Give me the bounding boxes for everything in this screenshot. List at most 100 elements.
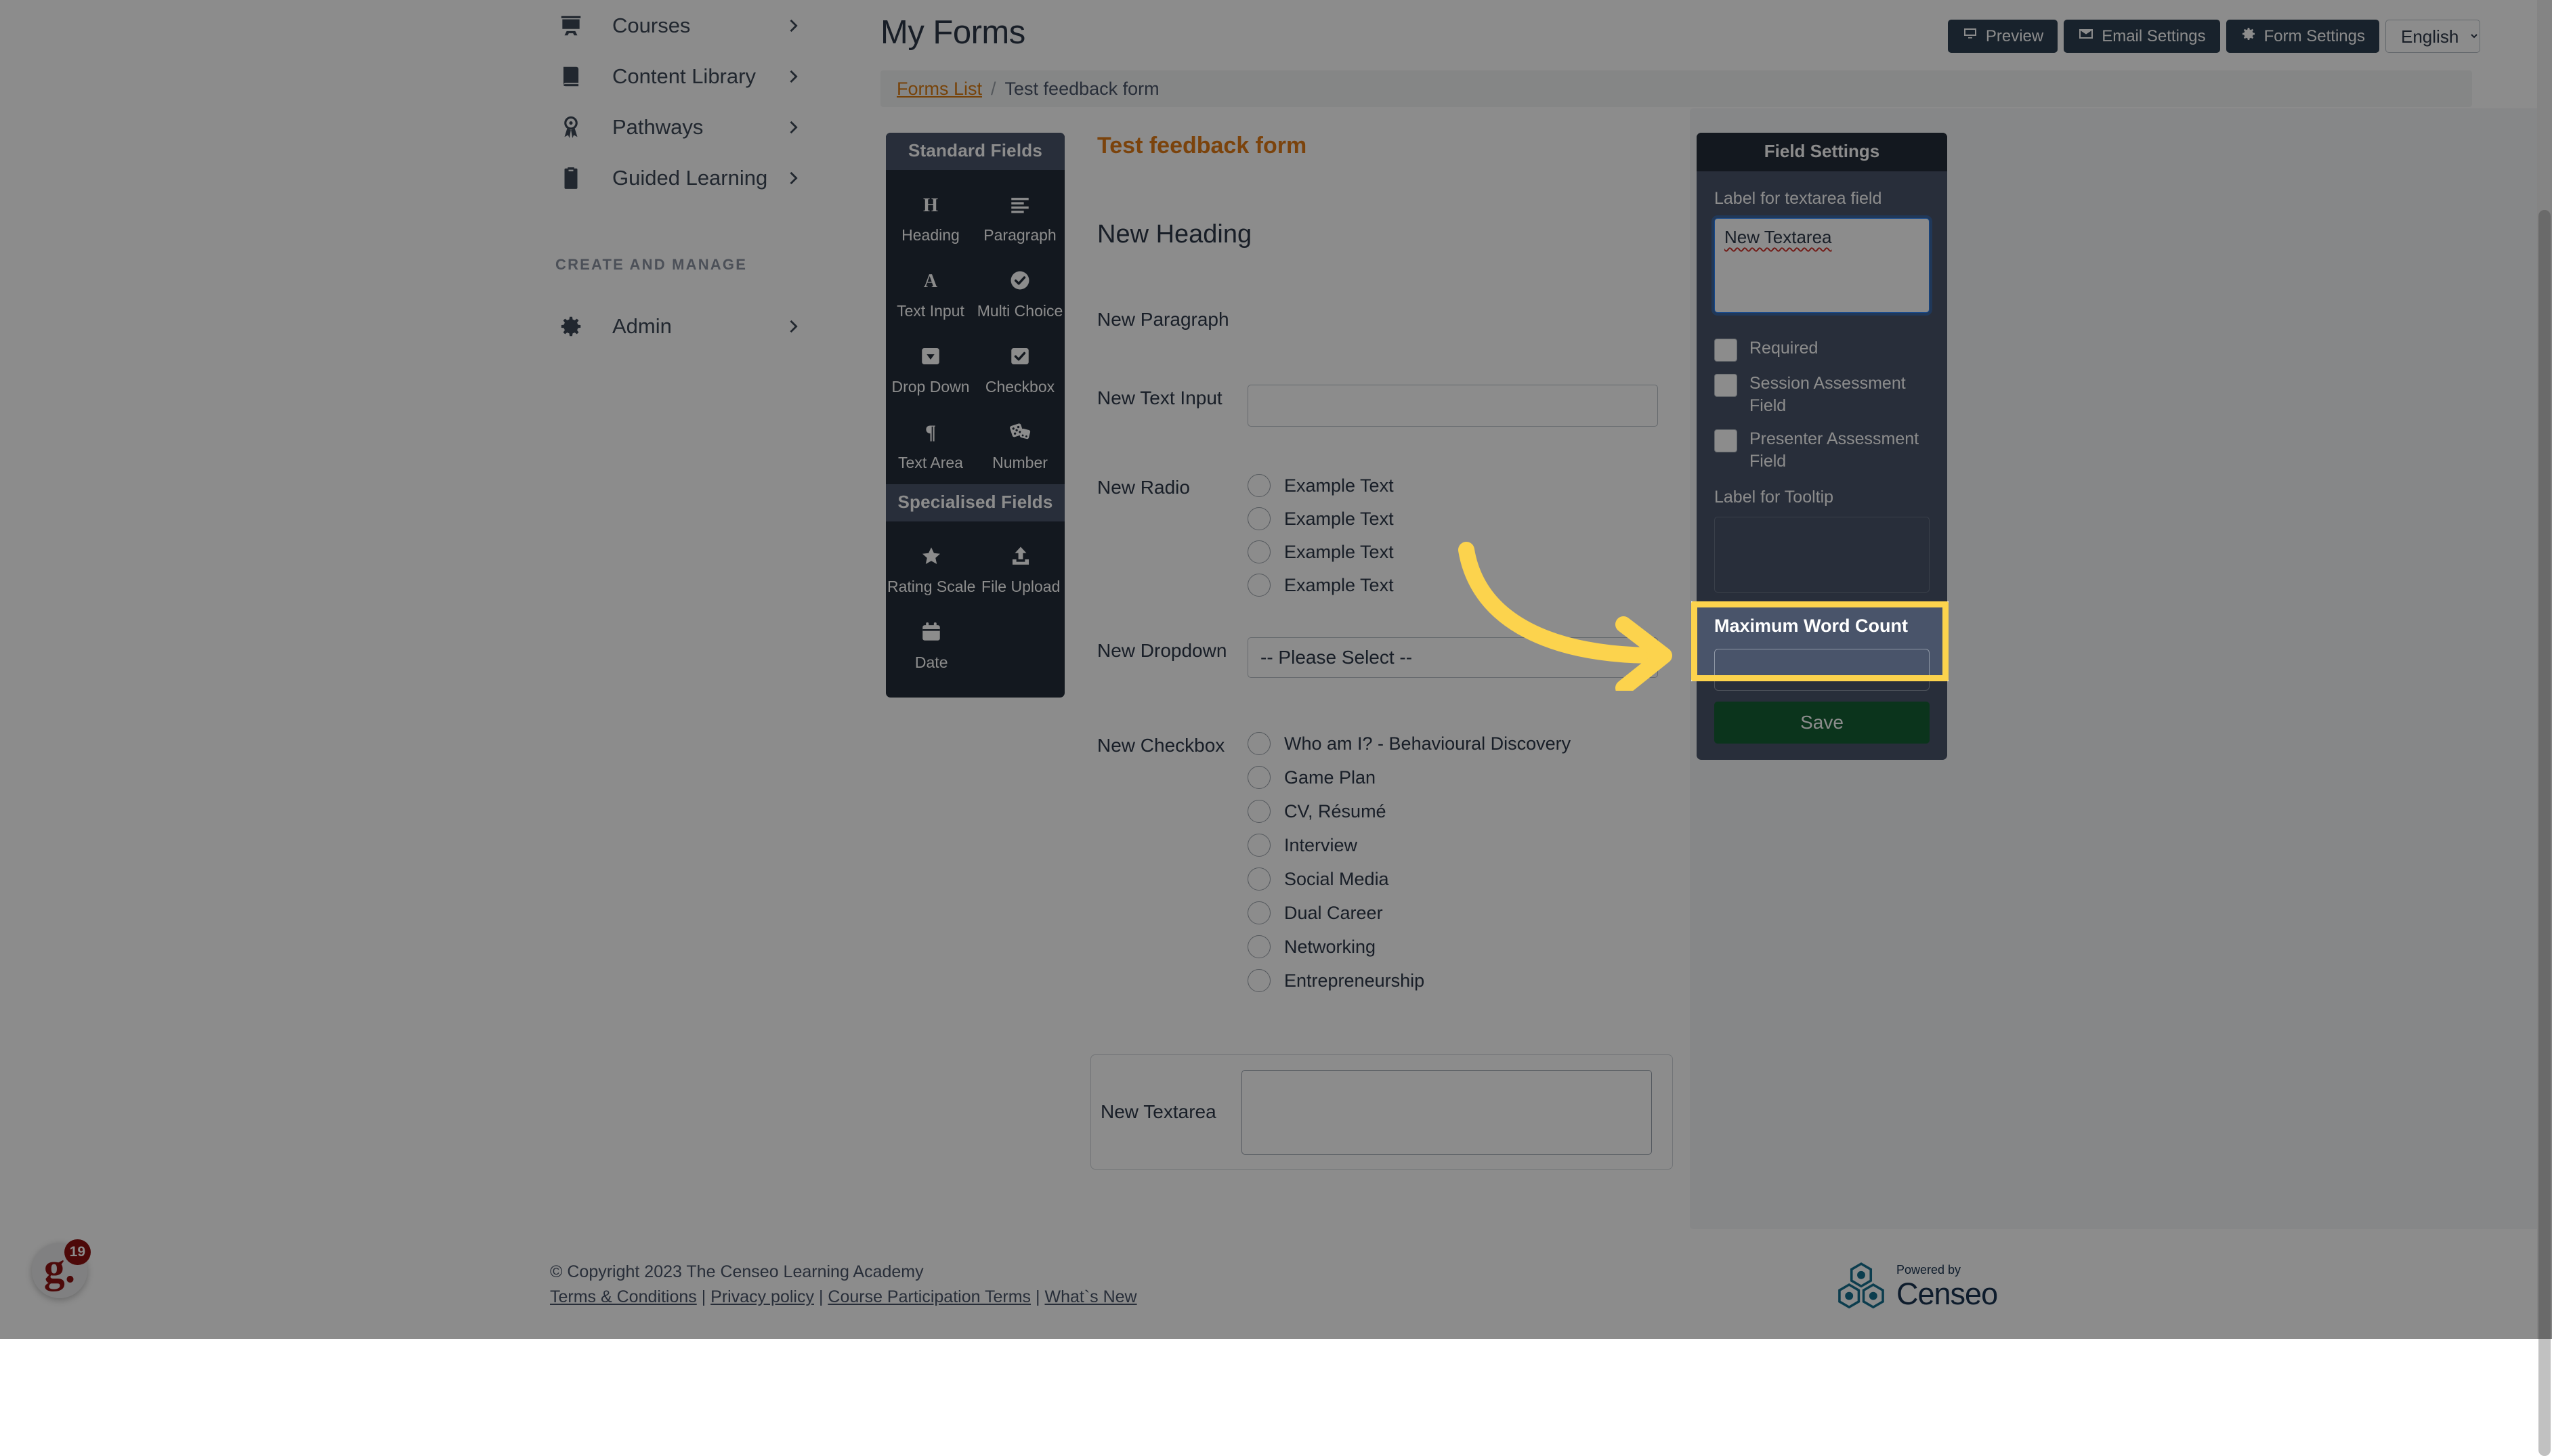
sidebar-item-admin[interactable]: Admin bbox=[0, 301, 843, 351]
checkbox-option[interactable]: Interview bbox=[1248, 834, 1571, 857]
upload-icon bbox=[1009, 540, 1032, 572]
text-input[interactable] bbox=[1248, 385, 1658, 427]
radio-option[interactable]: Example Text bbox=[1248, 474, 1394, 497]
palette-item-rating-scale[interactable]: Rating Scale bbox=[886, 534, 977, 604]
checkbox-option[interactable]: Social Media bbox=[1248, 868, 1571, 891]
checkbox-option[interactable]: Who am I? - Behavioural Discovery bbox=[1248, 732, 1571, 755]
radio-circle-icon[interactable] bbox=[1248, 540, 1271, 563]
course-participation-terms-link[interactable]: Course Participation Terms bbox=[828, 1287, 1031, 1306]
footer-separator: | bbox=[702, 1287, 706, 1306]
page-scrollbar[interactable] bbox=[2537, 0, 2552, 1339]
presenter-assessment-checkbox-row[interactable]: Presenter Assessment Field bbox=[1714, 428, 1930, 473]
form-field-text-input[interactable]: New Text Input bbox=[1097, 385, 1693, 427]
checkbox-option[interactable]: Entrepreneurship bbox=[1248, 969, 1571, 992]
language-select[interactable]: English bbox=[2385, 20, 2480, 53]
checkbox-option-label: Social Media bbox=[1284, 869, 1389, 890]
palette-standard-heading: Standard Fields bbox=[886, 133, 1065, 170]
required-checkbox-row[interactable]: Required bbox=[1714, 337, 1930, 362]
svg-text:¶: ¶ bbox=[925, 421, 936, 444]
form-field-heading[interactable]: New Heading bbox=[1097, 220, 1693, 249]
palette-item-label: Text Input bbox=[897, 302, 964, 320]
powered-by-label: Powered by bbox=[1896, 1264, 1997, 1276]
checkbox-icon[interactable] bbox=[1714, 429, 1737, 452]
palette-item-label: Number bbox=[992, 454, 1048, 472]
checkbox-option[interactable]: Game Plan bbox=[1248, 766, 1571, 789]
whats-new-link[interactable]: What`s New bbox=[1044, 1287, 1136, 1306]
checkbox-option-label: Networking bbox=[1284, 937, 1376, 958]
checkbox-circle-icon[interactable] bbox=[1248, 969, 1271, 992]
checkbox-icon[interactable] bbox=[1714, 374, 1737, 397]
palette-item-paragraph[interactable]: Paragraph bbox=[975, 182, 1065, 253]
palette-item-multi-choice[interactable]: Multi Choice bbox=[975, 258, 1065, 328]
terms-conditions-link[interactable]: Terms & Conditions bbox=[550, 1287, 697, 1306]
preview-button[interactable]: Preview bbox=[1948, 20, 2058, 53]
palette-item-checkbox[interactable]: Checkbox bbox=[975, 334, 1065, 404]
sidebar-item-courses[interactable]: Courses bbox=[0, 0, 843, 51]
form-field-dropdown[interactable]: New Dropdown -- Please Select -- bbox=[1097, 637, 1693, 678]
form-field-paragraph[interactable]: New Paragraph bbox=[1097, 309, 1693, 330]
checkbox-option[interactable]: CV, Résumé bbox=[1248, 800, 1571, 823]
textarea-label-input[interactable]: New Textarea bbox=[1714, 218, 1930, 313]
field-settings-body: Label for textarea field New Textarea Re… bbox=[1697, 171, 1947, 593]
palette-item-label: Checkbox bbox=[985, 378, 1055, 396]
sidebar-item-guided-learning[interactable]: Guided Learning bbox=[0, 152, 843, 203]
chevron-right-icon bbox=[784, 317, 803, 336]
form-settings-button[interactable]: Form Settings bbox=[2226, 20, 2379, 53]
pilcrow-icon: ¶ bbox=[919, 416, 942, 448]
sidebar-item-content-library[interactable]: Content Library bbox=[0, 51, 843, 102]
checkbox-circle-icon[interactable] bbox=[1248, 732, 1271, 755]
radio-circle-icon[interactable] bbox=[1248, 574, 1271, 597]
field-palette: Standard Fields H Heading Paragraph A Te… bbox=[886, 133, 1065, 698]
check-circle-icon bbox=[1008, 265, 1032, 296]
checkbox-circle-icon[interactable] bbox=[1248, 868, 1271, 891]
checkbox-option[interactable]: Dual Career bbox=[1248, 901, 1571, 924]
presentation-user-icon bbox=[555, 10, 587, 41]
radio-option-label: Example Text bbox=[1284, 475, 1394, 496]
presenter-assessment-checkbox-label: Presenter Assessment Field bbox=[1749, 428, 1930, 473]
dropdown-select[interactable]: -- Please Select -- bbox=[1248, 637, 1658, 678]
chevron-right-icon bbox=[784, 118, 803, 137]
page-toolbar: Preview Email Settings Form Settings Eng… bbox=[1948, 20, 2480, 53]
palette-item-text-input[interactable]: A Text Input bbox=[886, 258, 975, 328]
sidebar-item-pathways[interactable]: Pathways bbox=[0, 102, 843, 152]
max-word-count-input[interactable] bbox=[1714, 649, 1930, 691]
checkbox-icon[interactable] bbox=[1714, 339, 1737, 362]
footer-separator: | bbox=[819, 1287, 824, 1306]
svg-text:H: H bbox=[923, 195, 938, 216]
scrollbar-thumb[interactable] bbox=[2538, 210, 2551, 1456]
form-field-label: New Checkbox bbox=[1097, 732, 1248, 756]
palette-item-text-area[interactable]: ¶ Text Area bbox=[886, 410, 975, 480]
textarea-input[interactable] bbox=[1241, 1070, 1652, 1155]
palette-item-label: Paragraph bbox=[983, 226, 1056, 244]
chat-widget-button[interactable]: g. 19 bbox=[32, 1243, 87, 1298]
radio-circle-icon[interactable] bbox=[1248, 474, 1271, 497]
email-settings-button[interactable]: Email Settings bbox=[2064, 20, 2219, 53]
field-settings-panel: Field Settings Label for textarea field … bbox=[1697, 133, 1947, 760]
checkbox-circle-icon[interactable] bbox=[1248, 800, 1271, 823]
radio-option[interactable]: Example Text bbox=[1248, 507, 1394, 530]
required-checkbox-label: Required bbox=[1749, 337, 1818, 360]
checkbox-option[interactable]: Networking bbox=[1248, 935, 1571, 958]
breadcrumb-forms-list-link[interactable]: Forms List bbox=[897, 79, 982, 100]
checkbox-circle-icon[interactable] bbox=[1248, 766, 1271, 789]
radio-circle-icon[interactable] bbox=[1248, 507, 1271, 530]
application-page: Courses Content Library Pathways bbox=[0, 0, 2552, 1339]
privacy-policy-link[interactable]: Privacy policy bbox=[710, 1287, 814, 1306]
palette-item-heading[interactable]: H Heading bbox=[886, 182, 975, 253]
form-field-checkbox-group: New Checkbox Who am I? - Behavioural Dis… bbox=[1097, 732, 1693, 992]
checkbox-circle-icon[interactable] bbox=[1248, 901, 1271, 924]
checkbox-circle-icon[interactable] bbox=[1248, 834, 1271, 857]
radio-option[interactable]: Example Text bbox=[1248, 540, 1394, 563]
radio-option[interactable]: Example Text bbox=[1248, 574, 1394, 597]
tooltip-input[interactable] bbox=[1714, 517, 1930, 593]
save-button[interactable]: Save bbox=[1714, 702, 1930, 744]
palette-item-number[interactable]: Number bbox=[975, 410, 1065, 480]
checkbox-option-label: Dual Career bbox=[1284, 903, 1383, 924]
session-assessment-checkbox-row[interactable]: Session Assessment Field bbox=[1714, 372, 1930, 417]
form-field-textarea[interactable]: New Textarea bbox=[1090, 1054, 1673, 1170]
censeo-name: Censeo bbox=[1896, 1279, 1997, 1309]
checkbox-circle-icon[interactable] bbox=[1248, 935, 1271, 958]
palette-item-date[interactable]: Date bbox=[886, 609, 977, 680]
palette-item-drop-down[interactable]: Drop Down bbox=[886, 334, 975, 404]
palette-item-file-upload[interactable]: File Upload bbox=[977, 534, 1065, 604]
